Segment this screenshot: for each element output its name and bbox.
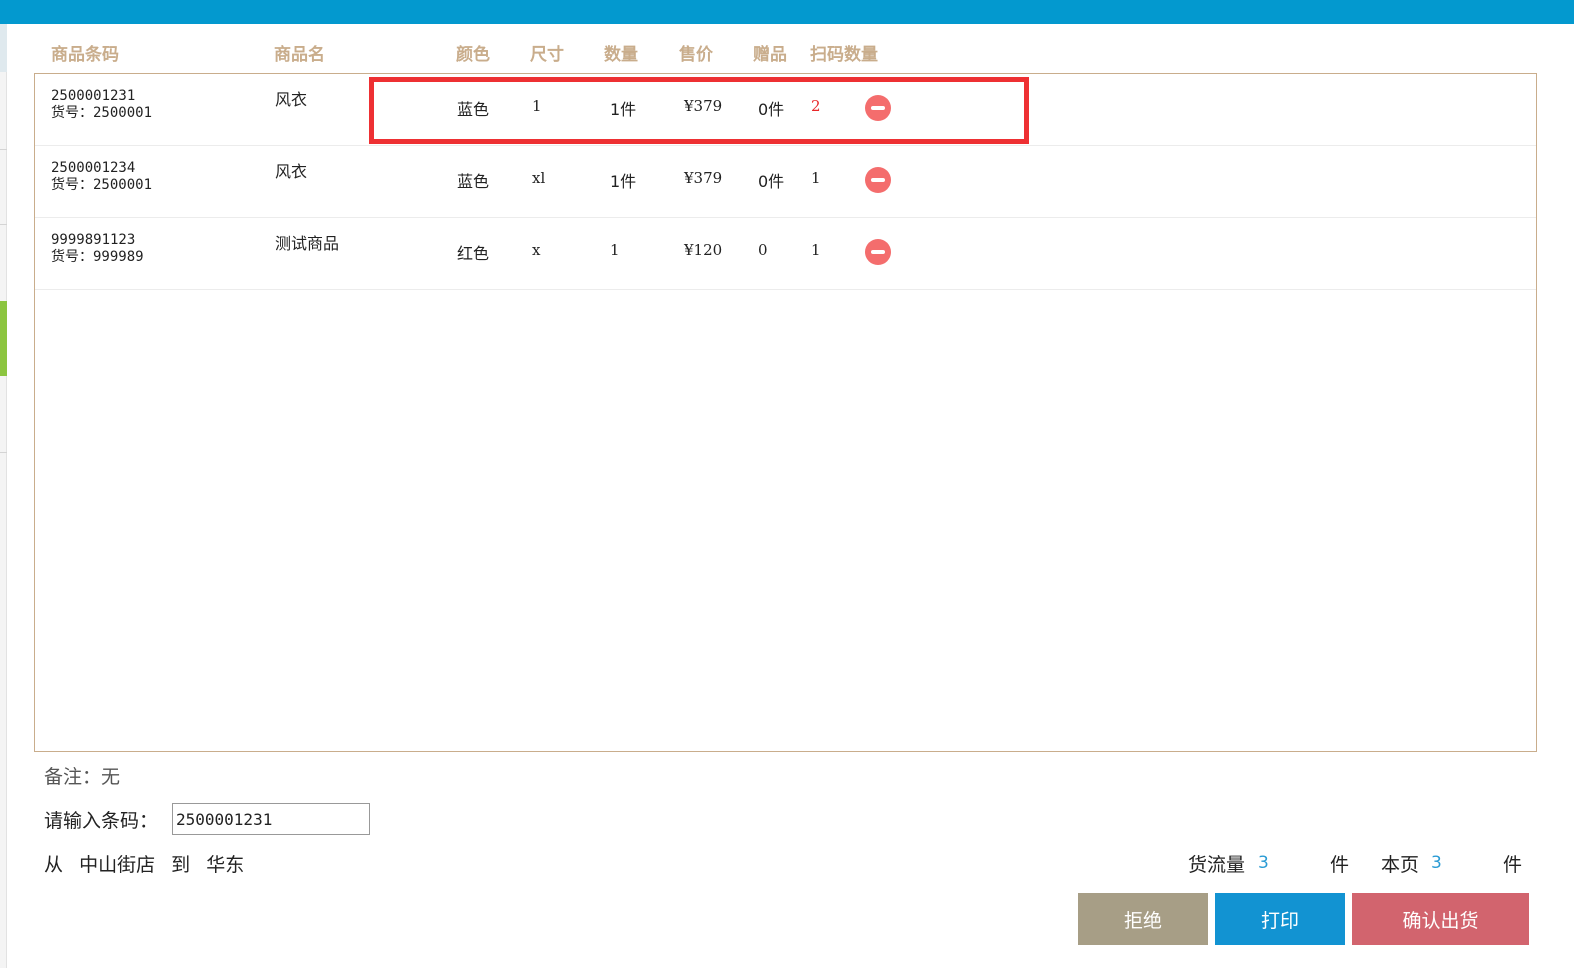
qty-cell: 1件 xyxy=(610,100,637,119)
qty-cell: 1件 xyxy=(610,172,637,191)
header-scan-qty: 扫码数量 xyxy=(810,45,878,65)
flow-unit: 件 xyxy=(1330,854,1350,876)
page-value: 3 xyxy=(1431,853,1442,873)
scan-qty-cell: 2 xyxy=(811,97,821,115)
name-cell: 风衣 xyxy=(275,90,308,109)
top-bar xyxy=(0,0,1574,24)
barcode-cell: 9999891123 xyxy=(51,232,136,248)
header-size: 尺寸 xyxy=(530,45,564,65)
item-table: 2500001231 货号：2500001 风衣 蓝色 1 1件 ¥379 0件… xyxy=(34,73,1537,752)
minus-circle-icon[interactable] xyxy=(865,167,891,193)
page-label: 本页 xyxy=(1381,854,1420,876)
header-barcode: 商品条码 xyxy=(51,45,119,65)
price-cell: ¥120 xyxy=(684,241,723,259)
table-row: 2500001234 货号：2500001 风衣 蓝色 xl 1件 ¥379 0… xyxy=(35,146,1536,218)
color-cell: 蓝色 xyxy=(457,172,490,191)
active-sidebar-indicator xyxy=(0,301,7,376)
header-price: 售价 xyxy=(679,45,713,65)
header-name: 商品名 xyxy=(274,45,325,65)
color-cell: 蓝色 xyxy=(457,100,490,119)
gift-cell: 0 xyxy=(758,241,768,259)
gift-cell: 0件 xyxy=(758,172,785,191)
gift-cell: 0件 xyxy=(758,100,785,119)
barcode-input-label: 请输入条码： xyxy=(44,810,159,832)
barcode-input[interactable] xyxy=(172,803,370,835)
flow-value: 3 xyxy=(1258,853,1269,873)
route-to-store: 华东 xyxy=(206,854,245,876)
price-cell: ¥379 xyxy=(684,97,723,115)
flow-label: 货流量 xyxy=(1188,854,1246,876)
reject-button[interactable]: 拒绝 xyxy=(1078,893,1208,945)
minus-circle-icon[interactable] xyxy=(865,95,891,121)
color-cell: 红色 xyxy=(457,244,490,263)
table-row: 9999891123 货号：999989 测试商品 红色 x 1 ¥120 0 … xyxy=(35,218,1536,290)
scan-qty-cell: 1 xyxy=(811,169,821,187)
route-text: 从 中山街店 到 华东 xyxy=(44,850,254,877)
name-cell: 风衣 xyxy=(275,162,308,181)
minus-circle-icon[interactable] xyxy=(865,239,891,265)
route-to-label: 到 xyxy=(171,854,191,876)
price-cell: ¥379 xyxy=(684,169,723,187)
size-cell: 1 xyxy=(532,97,542,115)
barcode-cell: 2500001234 xyxy=(51,160,136,176)
route-from-store: 中山街店 xyxy=(79,854,156,876)
table-row: 2500001231 货号：2500001 风衣 蓝色 1 1件 ¥379 0件… xyxy=(35,74,1536,146)
header-gift: 赠品 xyxy=(753,45,787,65)
left-sidebar-edge xyxy=(0,24,7,968)
barcode-cell: 2500001231 xyxy=(51,88,136,104)
size-cell: xl xyxy=(532,169,546,187)
route-from-label: 从 xyxy=(44,854,64,876)
sku-cell: 货号：999989 xyxy=(51,249,144,265)
confirm-shipment-button[interactable]: 确认出货 xyxy=(1352,893,1529,945)
sku-cell: 货号：2500001 xyxy=(51,177,153,193)
scan-qty-cell: 1 xyxy=(811,241,821,259)
remark-text: 备注：无 xyxy=(44,766,121,788)
page-unit: 件 xyxy=(1503,854,1523,876)
sku-cell: 货号：2500001 xyxy=(51,105,153,121)
header-color: 颜色 xyxy=(456,45,490,65)
size-cell: x xyxy=(532,241,541,259)
print-button[interactable]: 打印 xyxy=(1215,893,1345,945)
name-cell: 测试商品 xyxy=(275,234,340,253)
qty-cell: 1 xyxy=(610,241,620,259)
header-qty: 数量 xyxy=(604,45,638,65)
